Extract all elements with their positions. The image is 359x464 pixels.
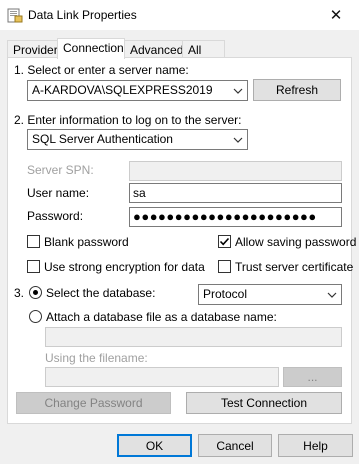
username-field[interactable]: sa: [129, 183, 342, 203]
select-database-label: Select the database:: [46, 286, 156, 300]
change-password-button[interactable]: Change Password: [16, 392, 171, 414]
section3-number: 3.: [14, 286, 25, 300]
refresh-button[interactable]: Refresh: [253, 79, 341, 101]
title-bar: Data Link Properties ✕: [0, 0, 359, 30]
filename-field[interactable]: [45, 367, 279, 387]
tab-advanced[interactable]: Advanced: [124, 40, 183, 58]
test-connection-button[interactable]: Test Connection: [186, 392, 342, 414]
server-name-combobox[interactable]: A-KARDOVA\SQLEXPRESS2019: [27, 80, 248, 101]
ok-button[interactable]: OK: [117, 434, 192, 457]
username-label: User name:: [27, 186, 90, 200]
strong-encryption-checkbox[interactable]: [27, 260, 40, 273]
password-label: Password:: [27, 209, 84, 223]
server-name-label: 1. Select or enter a server name:: [14, 63, 189, 77]
server-spn-field[interactable]: [129, 161, 342, 181]
attach-database-radio[interactable]: [29, 310, 42, 323]
tab-all[interactable]: All: [182, 40, 225, 58]
chevron-down-icon: [233, 134, 243, 144]
close-button[interactable]: ✕: [313, 0, 359, 30]
blank-password-checkbox[interactable]: [27, 235, 40, 248]
database-value: Protocol: [203, 287, 248, 301]
attach-database-name-field[interactable]: [45, 327, 342, 347]
filename-label: Using the filename:: [45, 351, 148, 365]
server-name-value: A-KARDOVA\SQLEXPRESS2019: [32, 83, 213, 97]
close-icon: ✕: [329, 7, 343, 24]
select-database-radio[interactable]: [29, 286, 42, 299]
browse-button[interactable]: ...: [283, 367, 342, 387]
chevron-down-icon: [233, 85, 243, 95]
data-link-icon: [7, 7, 23, 23]
radio-selected-dot: [33, 290, 38, 295]
server-spn-label: Server SPN:: [27, 163, 94, 177]
window-title: Data Link Properties: [28, 8, 137, 22]
attach-database-label: Attach a database file as a database nam…: [46, 310, 277, 324]
checkmark-icon: [219, 237, 230, 246]
authentication-combobox[interactable]: SQL Server Authentication: [27, 129, 248, 150]
tab-connection[interactable]: Connection: [57, 38, 125, 59]
cancel-button[interactable]: Cancel: [198, 434, 272, 457]
chevron-down-icon: [327, 289, 337, 299]
authentication-value: SQL Server Authentication: [32, 132, 173, 146]
logon-info-label: 2. Enter information to log on to the se…: [14, 113, 242, 127]
strong-encryption-label: Use strong encryption for data: [44, 260, 205, 274]
blank-password-label: Blank password: [44, 235, 129, 249]
password-field[interactable]: ●●●●●●●●●●●●●●●●●●●●●●: [129, 207, 342, 227]
trust-server-certificate-checkbox[interactable]: [218, 260, 231, 273]
help-button[interactable]: Help: [278, 434, 353, 457]
tab-provider[interactable]: Provider: [7, 40, 58, 58]
trust-server-certificate-label: Trust server certificate: [235, 260, 354, 274]
allow-saving-password-checkbox[interactable]: [218, 235, 231, 248]
database-combobox[interactable]: Protocol: [198, 284, 342, 305]
allow-saving-password-label: Allow saving password: [235, 235, 357, 249]
